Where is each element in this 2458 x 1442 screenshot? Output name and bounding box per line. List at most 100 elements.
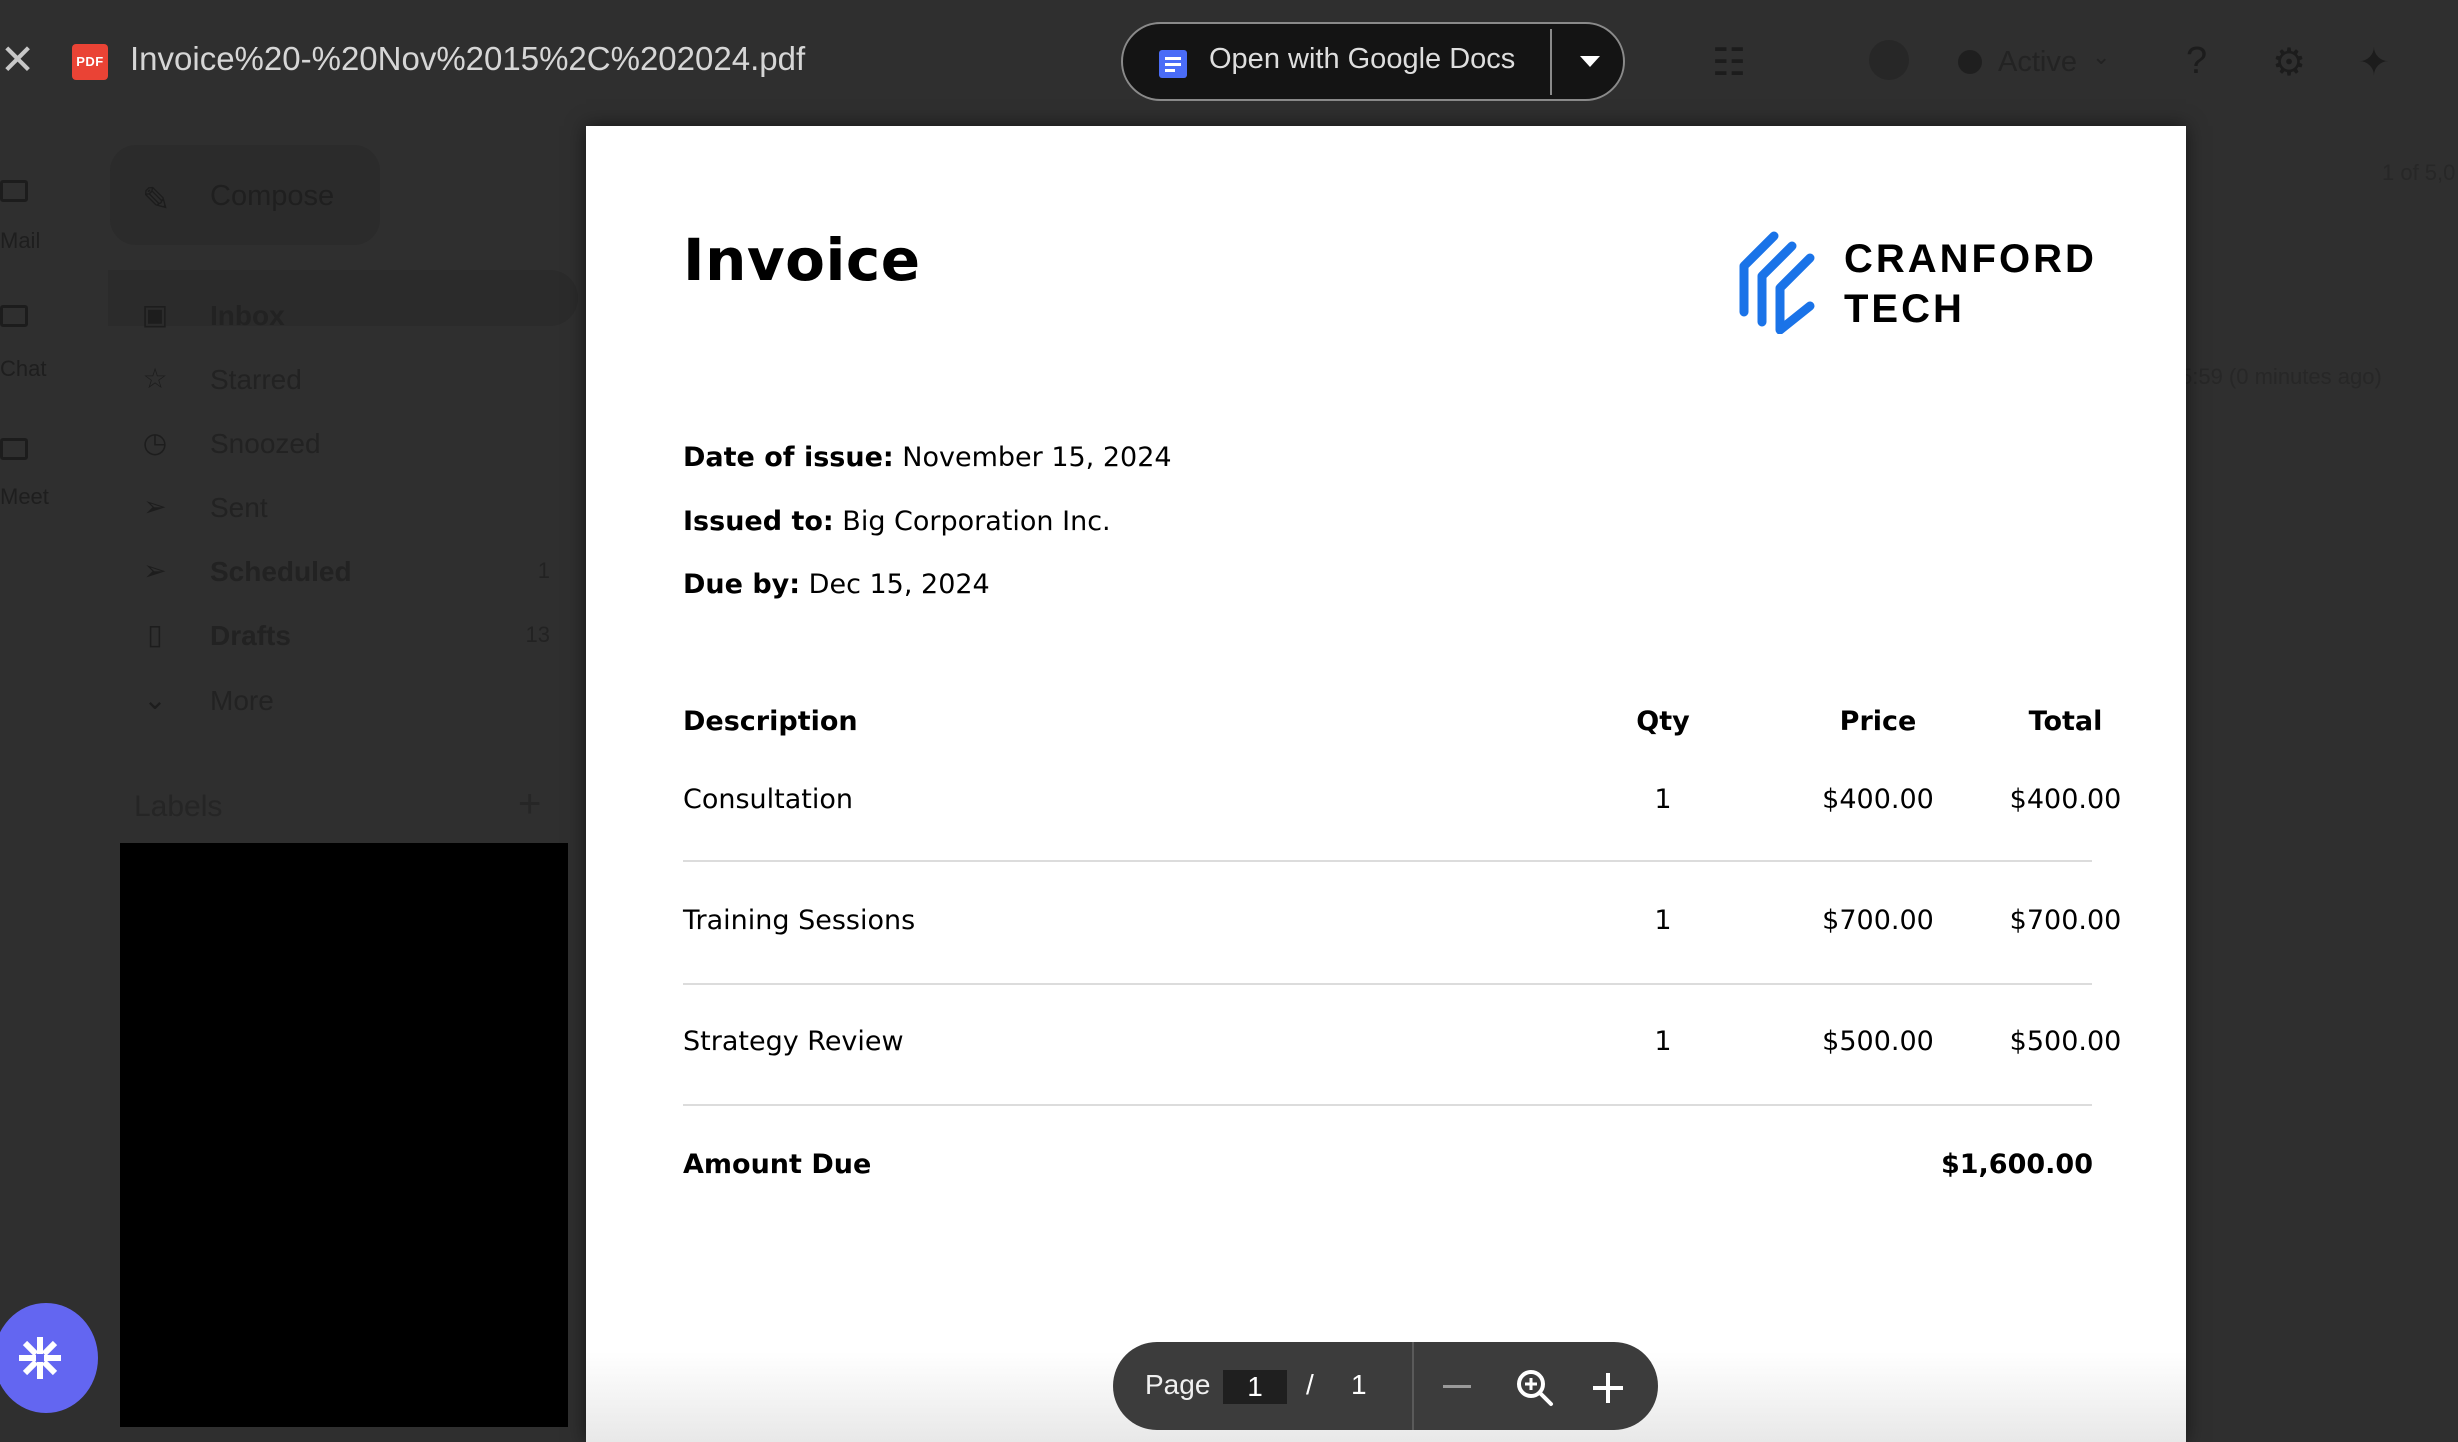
file-name: Invoice%20-%20Nov%2015%2C%202024.pdf (130, 40, 806, 77)
email-timestamp: 5:59 (0 minutes ago) (2180, 364, 2382, 389)
labels-heading: Labels (134, 790, 223, 823)
cranford-logo-icon (1739, 231, 1815, 335)
assistant-fab[interactable] (0, 1303, 98, 1413)
scheduled-send-icon: ➢ (143, 555, 167, 586)
plus-icon-v (1606, 1373, 1610, 1403)
column-header-description: Description (683, 706, 858, 737)
page-controls-toolbar: Page / 1 (1113, 1342, 1658, 1430)
nav-count: 13 (525, 622, 550, 647)
meta-label: Issued to: (683, 506, 834, 537)
page-number-input[interactable] (1223, 1370, 1287, 1404)
chevron-down-icon: ⌄ (143, 684, 167, 715)
nav-item-snoozed: ◷ Snoozed (130, 420, 570, 470)
status-dot-icon (1958, 50, 1982, 74)
company-name: CRANFORD TECH (1844, 234, 2097, 334)
chat-icon (0, 305, 28, 327)
meta-value: November 15, 2024 (902, 442, 1172, 473)
zoom-magnifier-icon (1517, 1370, 1553, 1406)
close-icon[interactable]: ✕ (0, 39, 35, 81)
nav-item-inbox: ▣ Inbox (130, 292, 570, 342)
video-icon (0, 438, 28, 460)
rail-mail-label: Mail (0, 228, 41, 253)
amount-due-value: $1,600.00 (1940, 1149, 2093, 1180)
item-price: $500.00 (1822, 1026, 1934, 1057)
gear-icon: ⚙ (2272, 42, 2307, 84)
draft-icon: ▯ (147, 619, 163, 650)
nav-label: Inbox (210, 300, 285, 331)
sparkle-icon: ✦ (2358, 42, 2390, 84)
star-icon: ☆ (142, 363, 168, 394)
nav-label: Drafts (210, 620, 291, 651)
nav-label: Scheduled (210, 556, 352, 587)
company-name-line2: TECH (1844, 287, 1965, 331)
pdf-page: Invoice CRANFORD TECH Date of issue: Nov… (586, 126, 2186, 1442)
due-by: Due by: Dec 15, 2024 (683, 569, 990, 600)
meta-value: Dec 15, 2024 (808, 569, 990, 600)
minus-icon (1443, 1385, 1471, 1388)
meta-label: Date of issue: (683, 442, 894, 473)
pencil-icon: ✎ (142, 181, 171, 219)
rail-meet-label: Meet (0, 484, 49, 509)
row-divider (683, 860, 2092, 862)
status-label: Active (1998, 46, 2077, 78)
plus-icon: + (518, 782, 542, 826)
company-name-line1: CRANFORD (1844, 237, 2097, 281)
google-docs-icon (1159, 50, 1187, 78)
mail-icon (0, 180, 28, 202)
row-divider (683, 983, 2092, 985)
inbox-icon: ▣ (141, 299, 169, 330)
item-price: $700.00 (1822, 905, 1934, 936)
row-divider (683, 1104, 2092, 1106)
divider (1550, 29, 1552, 95)
hubspot-icon (1869, 40, 1909, 80)
nav-label: Sent (210, 492, 268, 523)
item-total: $700.00 (2009, 905, 2122, 936)
item-description: Consultation (683, 784, 854, 815)
open-with-google-docs-button[interactable]: Open with Google Docs (1123, 24, 1551, 99)
item-qty: 1 (1654, 1026, 1672, 1057)
date-of-issue: Date of issue: November 15, 2024 (683, 442, 1172, 473)
company-logo: CRANFORD TECH (1736, 230, 2094, 335)
nav-item-scheduled: ➢ Scheduled 1 (130, 548, 570, 598)
chevron-down-icon: ⌄ (2092, 44, 2111, 69)
compose-label: Compose (210, 180, 335, 212)
issued-to: Issued to: Big Corporation Inc. (683, 506, 1111, 537)
nav-item-more: ⌄ More (130, 677, 570, 727)
nav-label: More (210, 685, 274, 716)
invoice-title: Invoice (683, 226, 921, 294)
help-icon: ? (2186, 40, 2208, 82)
item-price: $400.00 (1822, 784, 1934, 815)
nav-count: 1 (537, 558, 550, 583)
amount-due-label: Amount Due (683, 1149, 872, 1180)
zoom-reset-button[interactable] (1511, 1364, 1559, 1412)
pdf-preview-overlay: ☷ Active ⌄ ? ⚙ ✦ Mail Chat Meet ✎ Compos… (0, 0, 2458, 1442)
column-header-total: Total (2028, 706, 2103, 737)
column-header-qty: Qty (1636, 706, 1690, 737)
item-description: Training Sessions (683, 905, 916, 936)
nav-item-drafts: ▯ Drafts 13 (130, 612, 570, 662)
clock-icon: ◷ (142, 427, 168, 458)
item-description: Strategy Review (683, 1026, 904, 1057)
pagination-text: 1 of 5,0 (2382, 160, 2456, 185)
open-with-dropdown-button[interactable] (1553, 24, 1625, 99)
caret-down-icon (1580, 56, 1600, 67)
open-with-label: Open with Google Docs (1209, 43, 1516, 75)
item-total: $400.00 (2009, 784, 2122, 815)
item-total: $500.00 (2009, 1026, 2122, 1057)
filter-sliders-icon: ☷ (1712, 42, 1747, 84)
divider (1412, 1342, 1414, 1430)
pdf-icon: PDF (72, 44, 108, 80)
column-header-price: Price (1839, 706, 1917, 737)
open-with-split-button: Open with Google Docs (1121, 22, 1625, 101)
page-label: Page (1145, 1369, 1211, 1400)
rail-chat-label: Chat (0, 356, 47, 381)
page-separator: / (1306, 1369, 1314, 1400)
item-qty: 1 (1654, 784, 1672, 815)
redacted-region (120, 843, 568, 1427)
nav-item-sent: ➢ Sent (130, 484, 570, 534)
nav-label: Snoozed (210, 428, 321, 459)
item-qty: 1 (1654, 905, 1672, 936)
sparkle-burst-icon (19, 1337, 61, 1379)
zoom-in-button[interactable] (1585, 1364, 1633, 1412)
nav-item-starred: ☆ Starred (130, 356, 570, 406)
